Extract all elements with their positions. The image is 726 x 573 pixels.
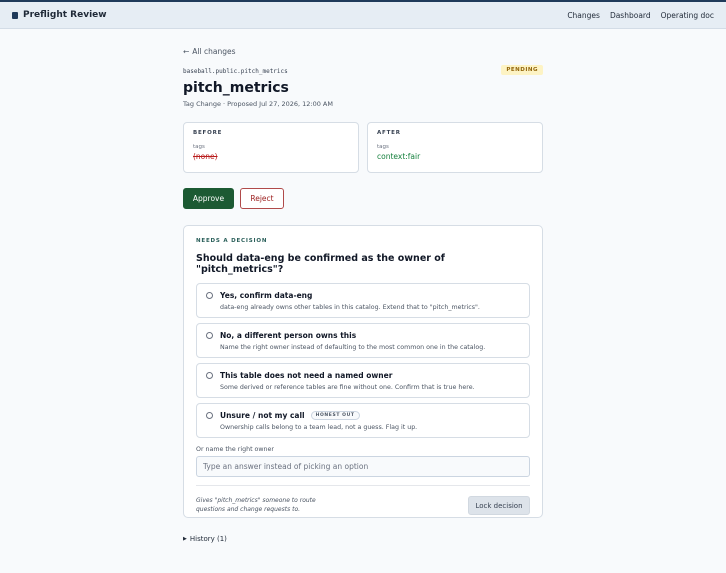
back-link[interactable]: ← All changes — [183, 46, 543, 57]
decision-panel: NEEDS A DECISION Should data-eng be conf… — [183, 225, 543, 518]
decision-question: Should data-eng be confirmed as the owne… — [196, 253, 445, 275]
radio-button[interactable] — [206, 292, 213, 299]
review-actions: Approve Reject — [183, 188, 543, 209]
after-heading: AFTER — [377, 130, 401, 136]
decision-options: Yes, confirm data-eng data-eng already o… — [196, 283, 530, 438]
logo-icon — [12, 11, 18, 19]
brand[interactable]: Preflight Review — [12, 10, 107, 20]
after-card: AFTER tags context:fair — [367, 122, 543, 173]
radio-button[interactable] — [206, 332, 213, 339]
free-answer-input[interactable] — [196, 456, 530, 477]
arrow-left-icon: ← — [183, 47, 190, 56]
nav-changes[interactable]: Changes — [567, 11, 600, 20]
nav-dashboard[interactable]: Dashboard — [610, 11, 651, 20]
before-card: BEFORE tags (none) — [183, 122, 359, 173]
top-nav: Changes Dashboard Operating doc — [567, 11, 714, 20]
free-answer-label: Or name the right owner — [196, 446, 274, 453]
approve-button[interactable]: Approve — [183, 188, 234, 209]
diff-view: BEFORE tags (none) AFTER tags context:fa… — [183, 122, 543, 173]
option-description: Ownership calls belong to a team lead, n… — [220, 424, 418, 431]
status-badge: PENDING — [501, 65, 543, 75]
change-header: baseball.public.pitch_metrics pitch_metr… — [183, 65, 543, 108]
option-title: Unsure / not my call — [220, 411, 305, 420]
after-value: context:fair — [377, 152, 421, 161]
decision-footnote: Gives "pitch_metrics" someone to route q… — [196, 497, 316, 513]
option-description: Name the right owner instead of defaulti… — [220, 344, 486, 351]
before-heading: BEFORE — [193, 130, 223, 136]
radio-button[interactable] — [206, 412, 213, 419]
option-title: This table does not need a named owner — [220, 371, 393, 380]
change-meta: Tag Change · Proposed Jul 27, 2026, 12:0… — [183, 100, 333, 108]
decision-kicker: NEEDS A DECISION — [196, 238, 268, 244]
top-bar: Preflight Review Changes Dashboard Opera… — [0, 0, 726, 29]
honest-out-tag: HONEST OUT — [310, 411, 360, 420]
option-no-owner-needed[interactable]: This table does not need a named owner S… — [196, 363, 530, 398]
triangle-right-icon: ▶ — [183, 536, 187, 542]
option-confirm-owner[interactable]: Yes, confirm data-eng data-eng already o… — [196, 283, 530, 318]
option-title: Yes, confirm data-eng — [220, 291, 313, 300]
option-unsure[interactable]: Unsure / not my call HONEST OUT Ownershi… — [196, 403, 530, 438]
option-title: No, a different person owns this — [220, 331, 357, 340]
main-content: ← All changes baseball.public.pitch_metr… — [183, 46, 543, 543]
before-key: tags — [193, 144, 205, 150]
before-value: (none) — [193, 152, 218, 161]
reject-button[interactable]: Reject — [240, 188, 284, 209]
option-description: data-eng already owns other tables in th… — [220, 304, 480, 311]
history-label: History (1) — [189, 535, 227, 543]
lock-decision-button[interactable]: Lock decision — [468, 496, 530, 515]
nav-operating-doc[interactable]: Operating doc — [661, 11, 714, 20]
page-title: pitch_metrics — [183, 80, 289, 96]
back-link-label: All changes — [192, 47, 236, 56]
app-name: Preflight Review — [23, 10, 107, 20]
history-toggle[interactable]: ▶ History (1) — [183, 535, 543, 543]
option-different-owner[interactable]: No, a different person owns this Name th… — [196, 323, 530, 358]
radio-button[interactable] — [206, 372, 213, 379]
table-path: baseball.public.pitch_metrics — [183, 68, 288, 75]
option-description: Some derived or reference tables are fin… — [220, 384, 475, 391]
decision-footer: Gives "pitch_metrics" someone to route q… — [196, 485, 530, 515]
after-key: tags — [377, 144, 389, 150]
